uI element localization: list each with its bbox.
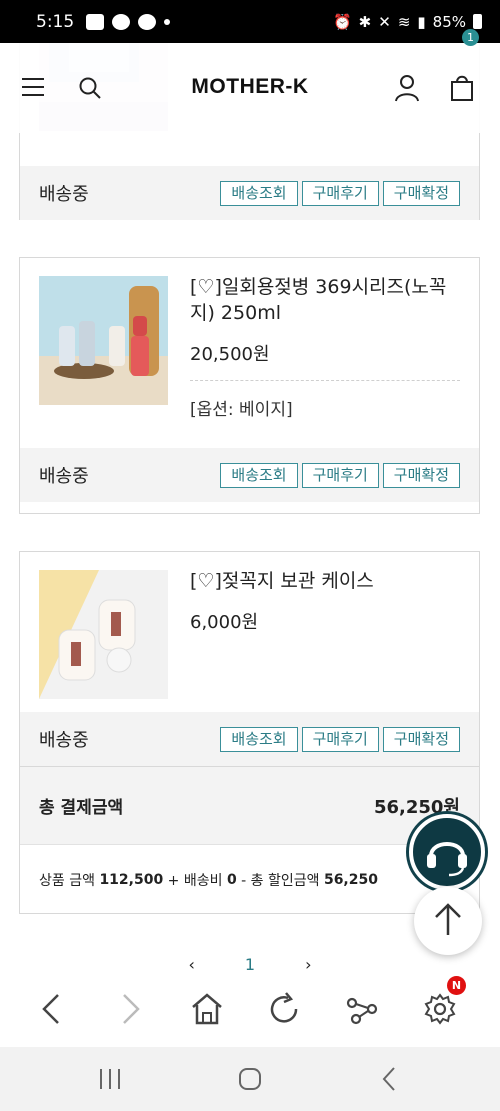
shopping-bag-icon[interactable] (448, 72, 476, 102)
next-page-button[interactable]: › (305, 955, 311, 974)
write-review-button[interactable]: 구매후기 (301, 462, 379, 488)
browser-toolbar (0, 975, 500, 1047)
shipping-status: 배송중 (39, 466, 89, 487)
notification-badge: N (447, 976, 466, 995)
arrow-up-icon (435, 903, 461, 935)
prev-page-button[interactable]: ‹ (189, 955, 195, 974)
system-back-icon[interactable] (370, 1063, 410, 1095)
order-card: [♡]일회용젖병 369시리즈(노꼭지) 250ml 20,500원 [옵션: … (19, 257, 480, 514)
home-icon[interactable] (187, 989, 227, 1029)
recent-apps-icon[interactable] (90, 1063, 130, 1095)
status-time: 5:15 (36, 11, 75, 32)
chat-icon (112, 13, 131, 30)
signal-icon: ▮ (417, 12, 426, 31)
gallery-icon (86, 13, 105, 30)
track-delivery-button[interactable]: 배송조회 (220, 462, 298, 488)
refresh-icon[interactable] (264, 989, 304, 1029)
product-image[interactable] (39, 570, 168, 699)
track-delivery-button[interactable]: 배송조회 (220, 726, 298, 752)
mute-icon: ✕ (378, 12, 391, 31)
product-price: 6,000원 (190, 612, 259, 633)
site-logo[interactable]: MOTHER-K (0, 75, 500, 99)
back-icon[interactable] (32, 989, 72, 1029)
more-notifications-dot (164, 18, 171, 25)
talk-icon (138, 13, 157, 30)
total-payment-label: 총 결제금액 (39, 798, 124, 818)
site-header: MOTHER-K 1 (0, 29, 500, 133)
current-page[interactable]: 1 (245, 955, 255, 974)
wifi-icon: ≋ (397, 12, 411, 31)
shipping-bar: 배송중 배송조회 구매후기 구매확정 (20, 712, 479, 766)
scroll-to-top-button[interactable] (414, 887, 482, 955)
forward-icon[interactable] (110, 989, 150, 1029)
summary-value: 112,500 (99, 871, 164, 888)
product-name[interactable]: [♡]일회용젖병 369시리즈(노꼭지) 250ml (190, 274, 460, 326)
customer-service-button[interactable] (409, 814, 485, 890)
write-review-button[interactable]: 구매후기 (301, 180, 379, 206)
pagination: ‹ 1 › (0, 955, 500, 974)
battery-percent: 85% (432, 12, 466, 31)
shipping-bar: 배송중 배송조회 구매후기 구매확정 (20, 448, 479, 502)
shipping-bar: 배송중 배송조회 구매후기 구매확정 (20, 166, 479, 220)
total-payment-row: 총 결제금액 56,250원 (20, 766, 479, 844)
user-icon[interactable] (394, 74, 420, 102)
alarm-icon: ⏰ (332, 12, 352, 31)
product-image[interactable] (39, 276, 168, 405)
summary-label: + 배송비 (167, 872, 223, 889)
summary-label: 상품 금액 (39, 872, 95, 889)
home-button-icon[interactable] (230, 1063, 270, 1095)
summary-value: 0 (226, 871, 237, 888)
shipping-status: 배송중 (39, 730, 89, 751)
system-nav-bar (0, 1047, 500, 1111)
product-name[interactable]: [♡]젖꼭지 보관 케이스 (190, 568, 460, 594)
product-option: [옵션: 베이지] (190, 400, 293, 420)
shipping-status: 배송중 (39, 184, 89, 205)
confirm-purchase-button[interactable]: 구매확정 (382, 180, 460, 206)
cart-count-badge: 1 (462, 29, 479, 46)
confirm-purchase-button[interactable]: 구매확정 (382, 726, 460, 752)
product-price: 20,500원 (190, 344, 270, 365)
confirm-purchase-button[interactable]: 구매확정 (382, 462, 460, 488)
summary-value: 56,250 (323, 871, 378, 888)
status-bar: 5:15 ⏰ ✱ ✕ ≋ ▮ 85% (0, 0, 500, 43)
summary-label: - 총 할인금액 (241, 872, 320, 889)
track-delivery-button[interactable]: 배송조회 (220, 180, 298, 206)
bluetooth-icon: ✱ (358, 12, 372, 31)
divider (190, 380, 460, 381)
battery-icon (473, 14, 482, 29)
write-review-button[interactable]: 구매후기 (301, 726, 379, 752)
share-icon[interactable] (342, 989, 382, 1029)
headset-icon (427, 842, 467, 877)
settings-gear-icon[interactable] (420, 989, 460, 1029)
